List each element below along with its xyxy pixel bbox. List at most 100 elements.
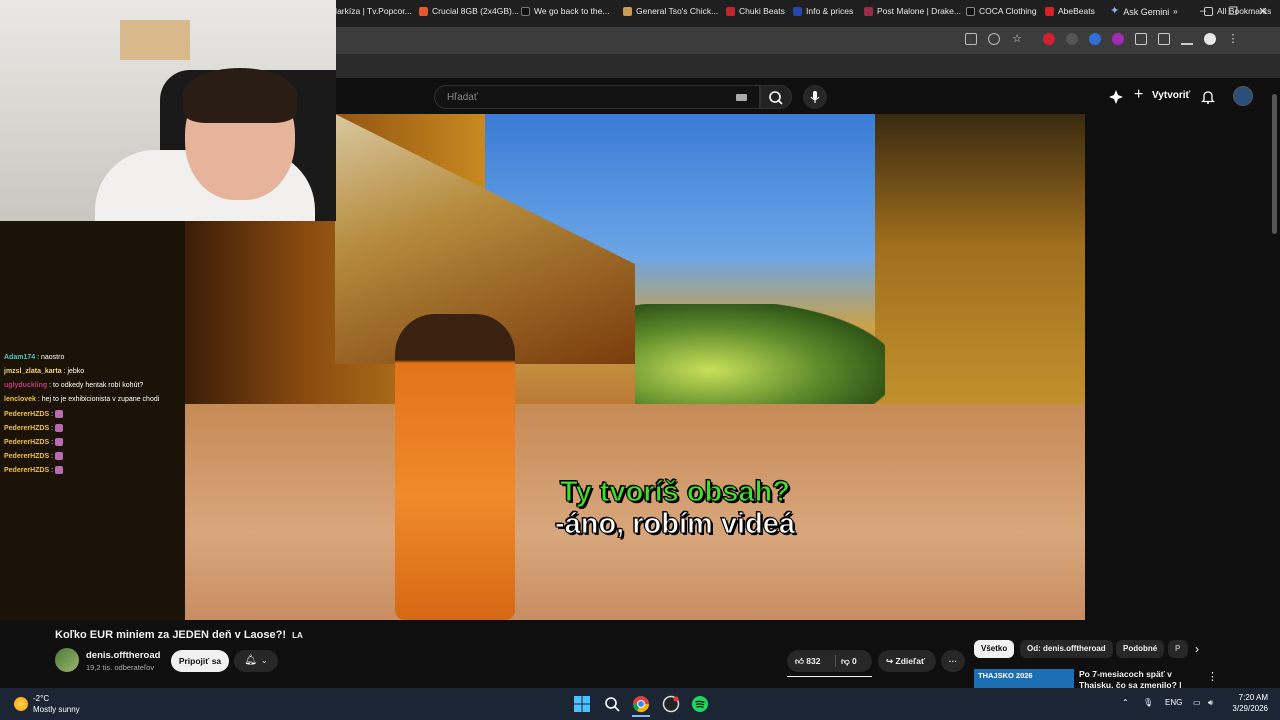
filter-chip-more[interactable]: P <box>1168 640 1188 658</box>
search-icon <box>769 91 783 105</box>
bookmark-item[interactable]: Chuki Beats <box>726 6 785 16</box>
chat-username[interactable]: PedererHZDS <box>4 467 49 474</box>
folder-icon <box>1204 6 1213 16</box>
windows-start-icon[interactable] <box>573 695 591 713</box>
chat-username[interactable]: PedererHZDS <box>4 425 49 432</box>
bookmark-label: Info & prices <box>806 6 854 16</box>
profile-avatar-icon[interactable] <box>1204 33 1216 45</box>
chat-username[interactable]: Adam174 <box>4 354 35 361</box>
extension-blue-icon[interactable] <box>1089 33 1101 45</box>
share-button[interactable]: ↪ Zdieľať <box>878 650 936 672</box>
bookmark-item[interactable]: Post Malone | Drake... <box>864 6 961 16</box>
obs-icon[interactable] <box>662 695 680 713</box>
account-avatar[interactable] <box>1233 86 1253 106</box>
channel-subscriber-count: 19,2 tis. odberateľov <box>86 663 155 672</box>
weather-description[interactable]: Mostly sunny <box>33 705 80 714</box>
voice-search-button[interactable] <box>803 85 827 109</box>
bookmark-favicon <box>793 6 802 16</box>
chat-username[interactable]: PedererHZDS <box>4 453 49 460</box>
extensions-puzzle-icon[interactable] <box>1135 33 1147 45</box>
bookmark-favicon <box>1045 6 1054 16</box>
chevron-right-icon[interactable]: › <box>1195 642 1199 656</box>
ask-gemini-button[interactable]: ✦ Ask Gemini <box>1110 6 1169 17</box>
volume-icon[interactable]: 🔊︎ <box>1208 698 1213 708</box>
bookmark-star-icon[interactable]: ☆ <box>1011 33 1023 45</box>
bookmark-item[interactable]: Info & prices <box>793 6 853 16</box>
recommended-video-title[interactable]: Po 7-mesiacoch späť v Thajsku, čo sa zme… <box>1079 669 1204 688</box>
filter-chip-channel[interactable]: Od: denis.offtheroad <box>1020 640 1113 658</box>
filter-chip-all[interactable]: Všetko <box>974 640 1015 658</box>
chat-username[interactable]: lenclovek <box>4 396 36 403</box>
subscription-bell-button[interactable]: 🔔︎ ⌄ <box>234 650 278 672</box>
extension-red-icon[interactable] <box>1043 33 1055 45</box>
join-button[interactable]: Pripojiť sa <box>171 650 229 672</box>
taskbar-search-icon[interactable] <box>603 695 621 713</box>
chrome-icon[interactable] <box>632 695 650 713</box>
page-scrollbar[interactable] <box>1272 94 1277 234</box>
network-icon[interactable]: ▭ <box>1193 698 1201 707</box>
tray-microphone-icon[interactable]: 🎙︎ <box>1143 698 1153 707</box>
dislike-button[interactable]: 👎︎ 0 <box>841 650 857 672</box>
webcam-background-shelf <box>120 20 190 60</box>
bookmarks-overflow-button[interactable]: » <box>1173 6 1178 16</box>
all-bookmarks-label: All Bookmarks <box>1217 6 1272 16</box>
all-bookmarks-button[interactable]: All Bookmarks <box>1204 6 1271 16</box>
install-app-icon[interactable] <box>965 33 977 45</box>
chat-message: Adam174 : naostro <box>4 354 64 361</box>
bookmark-item[interactable]: COCA Clothing <box>966 6 1037 16</box>
extension-purple-icon[interactable] <box>1112 33 1124 45</box>
split-view-icon[interactable] <box>1158 33 1170 45</box>
like-count: 832 <box>806 656 821 666</box>
system-clock[interactable]: 7:20 AM 3/29/2026 <box>1220 693 1268 713</box>
search-button[interactable] <box>760 85 792 109</box>
weather-sun-icon[interactable] <box>14 697 28 711</box>
extension-gray-icon[interactable] <box>1066 33 1078 45</box>
gift-sparkle-icon[interactable] <box>1109 90 1123 104</box>
more-actions-button[interactable]: ··· <box>941 650 965 672</box>
filter-chip-related[interactable]: Podobné <box>1116 640 1165 658</box>
create-button[interactable]: Vytvoriť <box>1152 90 1190 101</box>
video-subtitle-line-2: -áno, robím videá <box>554 508 796 541</box>
bookmark-favicon <box>966 6 975 16</box>
thumbs-down-icon: 👎︎ <box>841 656 850 666</box>
chat-message: PedererHZDS : <box>4 466 63 474</box>
chat-username[interactable]: jmzsl_zlata_karta <box>4 368 62 375</box>
keyboard-icon[interactable] <box>736 94 747 101</box>
chat-username[interactable]: uglyduckling <box>4 382 47 389</box>
channel-avatar[interactable] <box>55 648 79 672</box>
recommended-menu-icon[interactable]: ⋮ <box>1207 670 1218 683</box>
bookmark-item[interactable]: Crucial 8GB (2x4GB)... <box>419 6 519 16</box>
bookmark-item[interactable]: General Tso's Chick... <box>623 6 718 16</box>
streamer-webcam <box>0 0 336 221</box>
bookmark-item[interactable]: Markíza | Tv.Popcor... <box>330 6 412 16</box>
chat-username[interactable]: PedererHZDS <box>4 411 49 418</box>
chat-message: lenclovek : hej to je exhibicionista v z… <box>4 396 159 403</box>
chat-text: to odkedy hentak robí kohút? <box>53 382 144 389</box>
weather-temperature[interactable]: -2°C <box>33 694 49 703</box>
reading-list-icon[interactable] <box>1181 33 1193 45</box>
chat-text: naostro <box>40 354 65 361</box>
tray-overflow-icon[interactable]: ⌃ <box>1122 698 1129 707</box>
menu-dots-icon[interactable]: ⋮ <box>1227 33 1239 45</box>
chat-username[interactable]: PedererHZDS <box>4 439 49 446</box>
recommended-thumbnail-text: THAJSKO 2026 <box>978 671 1033 680</box>
like-button[interactable]: 👍︎ 832 <box>795 650 820 672</box>
recommended-video-thumbnail[interactable]: THAJSKO 2026 <box>974 669 1074 688</box>
overflow-chevron-icon: » <box>1173 6 1178 16</box>
chat-message: uglyduckling : to odkedy hentak robí koh… <box>4 382 143 389</box>
spotify-icon[interactable] <box>691 695 709 713</box>
chevron-down-icon: ⌄ <box>261 656 268 665</box>
zoom-icon[interactable] <box>988 33 1000 45</box>
video-scene-temple-right <box>875 114 1085 444</box>
channel-name[interactable]: denis.offtheroad <box>86 650 160 661</box>
bookmark-item[interactable]: We go back to the... <box>521 6 609 16</box>
keyboard-language[interactable]: ENG <box>1165 698 1182 707</box>
bookmark-item[interactable]: AbeBeats <box>1045 6 1095 16</box>
chat-message: PedererHZDS : <box>4 452 63 460</box>
bookmark-favicon <box>623 6 632 16</box>
search-input[interactable]: Hľadať <box>434 85 760 109</box>
notifications-bell-icon[interactable] <box>1201 90 1215 104</box>
chat-message: PedererHZDS : <box>4 424 63 432</box>
bookmark-label: Crucial 8GB (2x4GB)... <box>432 6 519 16</box>
bookmark-label: Markíza | Tv.Popcor... <box>330 6 412 16</box>
